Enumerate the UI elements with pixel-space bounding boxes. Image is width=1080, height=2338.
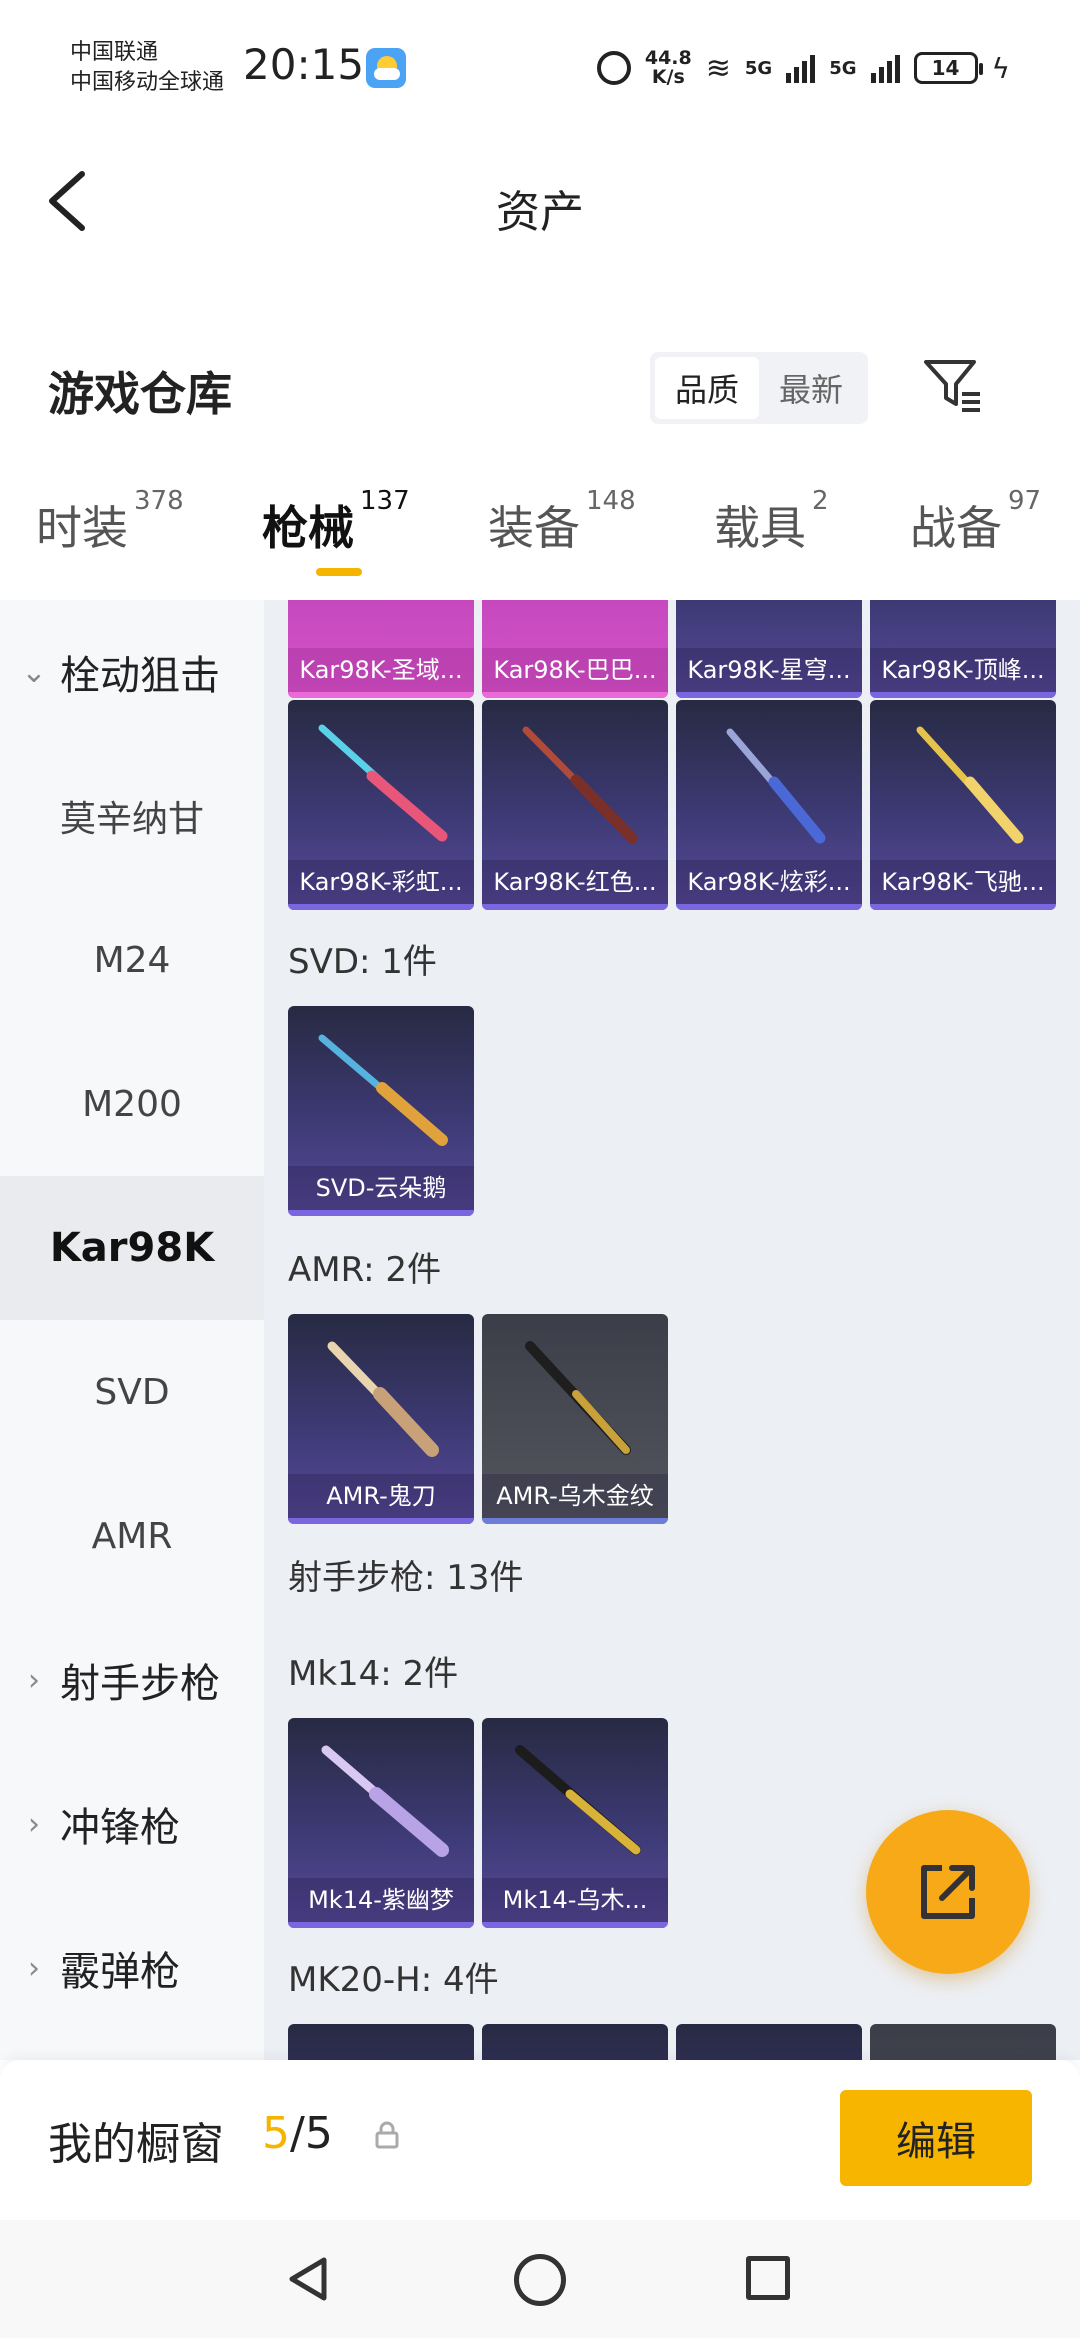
tab-vehicles[interactable]: 载具 2 — [714, 486, 829, 558]
sidebar-group-smg[interactable]: › 冲锋枪 — [0, 1752, 264, 1896]
system-nav-bar — [0, 2220, 1080, 2338]
chevron-right-icon: › — [28, 1950, 40, 1986]
tab-combat-supplies[interactable]: 战备 97 — [910, 486, 1041, 558]
category-tabs: 时装 378 枪械 137 装备 148 载具 2 战备 97 — [0, 460, 1080, 600]
signal-icon-1 — [786, 53, 816, 83]
chevron-right-icon: › — [28, 1662, 40, 1698]
sort-by-quality[interactable]: 品质 — [655, 357, 759, 419]
rifle-image — [318, 724, 448, 842]
sidebar-item-amr[interactable]: AMR — [0, 1464, 264, 1608]
showcase-label: 我的橱窗 — [48, 2119, 224, 2170]
chevron-down-icon: ⌄ — [21, 654, 47, 690]
top-nav: 资产 — [0, 130, 1080, 270]
weapon-card[interactable]: Mk14-紫幽梦 — [288, 1718, 474, 1928]
warehouse-header: 游戏仓库 品质 最新 — [0, 270, 1080, 460]
weapon-card[interactable]: SVD-云朵鹅 — [288, 1006, 474, 1216]
tab-firearms[interactable]: 枪械 137 — [262, 486, 410, 558]
weapon-card[interactable]: Kar98K-彩虹... — [288, 700, 474, 910]
rifle-image — [525, 1341, 631, 1455]
warehouse-title: 游戏仓库 — [48, 367, 232, 421]
section-title-mk14: Mk14: 2件 — [288, 1654, 459, 1694]
share-external-icon — [921, 1865, 975, 1919]
section-title-amr: AMR: 2件 — [288, 1250, 442, 1290]
tab-fashion[interactable]: 时装 378 — [36, 486, 184, 558]
charging-icon: ϟ — [991, 51, 1010, 85]
weapon-card[interactable]: Kar98K-顶峰... — [870, 600, 1056, 698]
wifi-icon: ≋ — [705, 50, 731, 86]
weapon-card[interactable]: Kar98K-飞驰... — [870, 700, 1056, 910]
sidebar-item-mosin[interactable]: 莫辛纳甘 — [0, 744, 264, 888]
carrier-info: 中国联通 中国移动全球通 — [70, 38, 224, 98]
network-type-2: 5G — [829, 57, 857, 79]
nav-recent-apps-icon[interactable] — [746, 2256, 790, 2300]
weapon-card[interactable] — [870, 2024, 1056, 2060]
network-type-1: 5G — [744, 57, 773, 79]
sidebar-item-svd[interactable]: SVD — [0, 1320, 264, 1464]
carrier-1: 中国联通 — [70, 40, 159, 65]
net-speed: 44.8 K/s — [644, 47, 692, 88]
sidebar-item-m24[interactable]: M24 — [0, 888, 264, 1032]
weapon-card[interactable] — [288, 2024, 474, 2060]
battery-icon: 14 — [913, 52, 983, 84]
sidebar-group-shotgun[interactable]: › 霰弹枪 — [0, 1896, 264, 2040]
active-tab-indicator — [316, 568, 362, 576]
sidebar-group-bolt-action[interactable]: ⌄ 栓动狙击 — [0, 600, 264, 744]
weapon-card[interactable]: Kar98K-炫彩... — [676, 700, 862, 910]
showcase-count: 5/5 — [262, 2108, 333, 2159]
tab-equipment[interactable]: 装备 148 — [488, 486, 636, 558]
nav-home-icon[interactable] — [514, 2254, 566, 2306]
section-title-svd: SVD: 1件 — [288, 942, 437, 982]
sidebar-group-dmr[interactable]: › 射手步枪 — [0, 1608, 264, 1752]
weather-icon — [366, 48, 406, 88]
weapon-card[interactable]: Kar98K-红色... — [482, 700, 668, 910]
weapon-card[interactable]: Kar98K-巴巴... — [482, 600, 668, 698]
share-fab-button[interactable] — [866, 1810, 1030, 1974]
status-icons: 44.8 K/s ≋ 5G 5G 14 ϟ — [596, 46, 1010, 90]
rifle-image — [321, 1745, 449, 1857]
rifle-image — [515, 1745, 641, 1855]
filter-icon[interactable] — [920, 354, 984, 418]
showcase-bar: 我的橱窗 5/5 编辑 — [0, 2060, 1080, 2220]
lock-icon — [375, 2121, 399, 2149]
weapon-card[interactable]: AMR-乌木金纹 — [482, 1314, 668, 1524]
clock: 20:15 — [243, 40, 365, 89]
rifle-image — [318, 1034, 448, 1146]
weapon-card[interactable] — [482, 2024, 668, 2060]
weapon-card[interactable]: Kar98K-圣域... — [288, 600, 474, 698]
section-title-dmr: 射手步枪: 13件 — [288, 1558, 524, 1598]
signal-icon-2 — [870, 53, 900, 83]
rifle-image — [327, 1341, 439, 1457]
rifle-image — [522, 726, 638, 844]
carrier-2: 中国移动全球通 — [70, 70, 225, 95]
sidebar-item-m200[interactable]: M200 — [0, 1032, 264, 1176]
sidebar-item-kar98k[interactable]: Kar98K — [0, 1176, 264, 1320]
weapon-card[interactable]: AMR-鬼刀 — [288, 1314, 474, 1524]
rifle-image — [916, 726, 1024, 844]
sort-by-newest[interactable]: 最新 — [759, 357, 863, 419]
rifle-image — [726, 728, 826, 844]
sort-toggle: 品质 最新 — [650, 352, 868, 424]
weapon-card[interactable]: Mk14-乌木... — [482, 1718, 668, 1928]
section-title-mk20h: MK20-H: 4件 — [288, 1960, 499, 2000]
weapon-card[interactable]: Kar98K-星穹... — [676, 600, 862, 698]
nav-back-icon[interactable] — [284, 2254, 334, 2304]
status-bar: 中国联通 中国移动全球通 20:15 44.8 K/s ≋ 5G 5G 14 ϟ — [0, 0, 1080, 130]
weapon-card[interactable] — [676, 2024, 862, 2060]
chevron-right-icon: › — [28, 1806, 40, 1842]
weapon-type-sidebar: ⌄ 栓动狙击 莫辛纳甘 M24 M200 Kar98K SVD AMR › 射手步枪… — [0, 600, 264, 2060]
alarm-icon — [596, 51, 631, 85]
edit-button[interactable]: 编辑 — [840, 2090, 1032, 2186]
page-title: 资产 — [496, 187, 584, 238]
